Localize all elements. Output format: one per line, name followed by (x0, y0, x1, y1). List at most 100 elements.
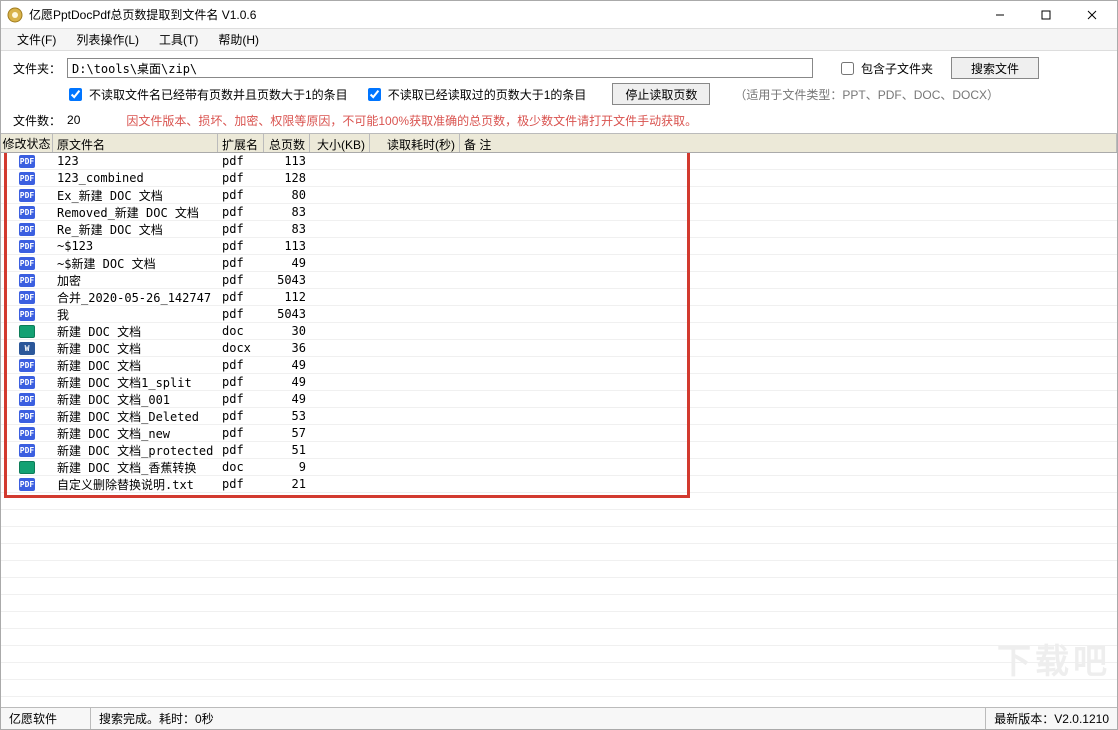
cell-pages: 49 (264, 256, 310, 270)
table-row[interactable]: 新建 DOC 文档_香蕉转换doc9 (1, 459, 1117, 476)
pdf-icon: PDF (19, 240, 35, 253)
table-row[interactable]: PDF123_combinedpdf128 (1, 170, 1117, 187)
col-time[interactable]: 读取耗时(秒) (370, 134, 460, 152)
cell-pages: 49 (264, 358, 310, 372)
col-name[interactable]: 原文件名 (53, 134, 218, 152)
minimize-button[interactable] (977, 1, 1023, 29)
cell-ext: pdf (218, 375, 264, 389)
skip-already-paged-checkbox[interactable]: 不读取文件名已经带有页数并且页数大于1的条目 (65, 85, 348, 104)
cell-ext: pdf (218, 256, 264, 270)
col-size[interactable]: 大小(KB) (310, 134, 370, 152)
pdf-icon: PDF (19, 155, 35, 168)
include-subfolders-box[interactable] (841, 62, 854, 75)
cell-name: 加密 (53, 272, 218, 289)
table-row-empty (1, 646, 1117, 663)
cell-pages: 36 (264, 341, 310, 355)
skip-already-read-box[interactable] (368, 88, 381, 101)
table-row-empty (1, 612, 1117, 629)
table-row-empty (1, 595, 1117, 612)
table-row[interactable]: PDFRemoved_新建 DOC 文档pdf83 (1, 204, 1117, 221)
pdf-icon: PDF (19, 172, 35, 185)
table-row[interactable]: W新建 DOC 文档docx36 (1, 340, 1117, 357)
cell-pages: 51 (264, 443, 310, 457)
table-row-empty (1, 578, 1117, 595)
table-header: 修改状态 原文件名 扩展名 总页数 大小(KB) 读取耗时(秒) 备 注 (1, 133, 1117, 153)
table-row[interactable]: PDF加密pdf5043 (1, 272, 1117, 289)
col-ext[interactable]: 扩展名 (218, 134, 264, 152)
cell-name: 新建 DOC 文档 (53, 357, 218, 374)
maximize-button[interactable] (1023, 1, 1069, 29)
table-row[interactable]: PDF新建 DOC 文档_Deletedpdf53 (1, 408, 1117, 425)
cell-name: Ex_新建 DOC 文档 (53, 187, 218, 204)
table-row[interactable]: PDF自定义删除替换说明.txtpdf21 (1, 476, 1117, 493)
folder-label: 文件夹： (13, 60, 61, 77)
cell-ext: pdf (218, 392, 264, 406)
table-row[interactable]: PDFRe_新建 DOC 文档pdf83 (1, 221, 1117, 238)
table-row[interactable]: PDFEx_新建 DOC 文档pdf80 (1, 187, 1117, 204)
table-row[interactable]: PDF新建 DOC 文档_001pdf49 (1, 391, 1117, 408)
cell-ext: doc (218, 324, 264, 338)
table-row[interactable]: 新建 DOC 文档doc30 (1, 323, 1117, 340)
table-row[interactable]: PDF新建 DOC 文档_newpdf57 (1, 425, 1117, 442)
table-row[interactable]: PDF我pdf5043 (1, 306, 1117, 323)
table-row[interactable]: PDF123pdf113 (1, 153, 1117, 170)
table-row[interactable]: PDF新建 DOC 文档_protectedpdf51 (1, 442, 1117, 459)
doc-icon (19, 325, 35, 338)
cell-name: 合并_2020-05-26_142747 (53, 289, 218, 306)
cell-name: 新建 DOC 文档_Deleted (53, 408, 218, 425)
col-status[interactable]: 修改状态 (1, 134, 53, 152)
menu-tools[interactable]: 工具(T) (151, 29, 206, 50)
cell-pages: 49 (264, 375, 310, 389)
status-company: 亿愿软件 (1, 708, 91, 729)
include-subfolders-checkbox[interactable]: 包含子文件夹 (837, 59, 933, 78)
col-pages[interactable]: 总页数 (264, 134, 310, 152)
pdf-icon: PDF (19, 206, 35, 219)
stop-button[interactable]: 停止读取页数 (612, 83, 710, 105)
doc-icon (19, 461, 35, 474)
app-window: 亿愿PptDocPdf总页数提取到文件名 V1.0.6 文件(F) 列表操作(L… (0, 0, 1118, 730)
status-search: 搜索完成。耗时：0秒 (91, 708, 986, 729)
menu-help[interactable]: 帮助(H) (210, 29, 267, 50)
skip-already-paged-label: 不读取文件名已经带有页数并且页数大于1的条目 (89, 86, 348, 103)
folder-input[interactable] (67, 58, 813, 78)
cell-ext: pdf (218, 426, 264, 440)
status-version: 最新版本：V2.0.1210 (986, 708, 1117, 729)
cell-pages: 83 (264, 205, 310, 219)
search-button[interactable]: 搜索文件 (951, 57, 1039, 79)
table-body[interactable]: PDF123pdf113PDF123_combinedpdf128PDFEx_新… (1, 153, 1117, 707)
table-row[interactable]: PDF合并_2020-05-26_142747pdf112 (1, 289, 1117, 306)
table-row[interactable]: PDF新建 DOC 文档1_splitpdf49 (1, 374, 1117, 391)
cell-name: 123_combined (53, 171, 218, 185)
menu-file[interactable]: 文件(F) (9, 29, 64, 50)
cell-ext: pdf (218, 358, 264, 372)
col-note[interactable]: 备 注 (460, 134, 1117, 152)
skip-already-read-checkbox[interactable]: 不读取已经读取过的页数大于1的条目 (364, 85, 587, 104)
toolbar: 文件夹： 包含子文件夹 搜索文件 不读取文件名已经带有页数并且页数大于1的条目 … (1, 51, 1117, 133)
table-row-empty (1, 680, 1117, 697)
table-row[interactable]: PDF ~$新建 DOC 文档pdf49 (1, 255, 1117, 272)
cell-name: 我 (53, 306, 218, 323)
pdf-icon: PDF (19, 444, 35, 457)
pdf-icon: PDF (19, 410, 35, 423)
cell-name: 新建 DOC 文档_香蕉转换 (53, 459, 218, 476)
pdf-icon: PDF (19, 257, 35, 270)
cell-pages: 21 (264, 477, 310, 491)
skip-already-paged-box[interactable] (69, 88, 82, 101)
cell-name: ~$新建 DOC 文档 (53, 255, 218, 272)
menu-list[interactable]: 列表操作(L) (68, 29, 147, 50)
table-row-empty (1, 493, 1117, 510)
table-row[interactable]: PDF新建 DOC 文档pdf49 (1, 357, 1117, 374)
app-icon (7, 7, 23, 23)
pdf-icon: PDF (19, 308, 35, 321)
close-button[interactable] (1069, 1, 1115, 29)
table-row-empty (1, 544, 1117, 561)
cell-ext: pdf (218, 477, 264, 491)
pdf-icon: PDF (19, 223, 35, 236)
table-row-empty (1, 510, 1117, 527)
cell-name: ~$123 (53, 239, 218, 253)
cell-name: Removed_新建 DOC 文档 (53, 204, 218, 221)
pdf-icon: PDF (19, 291, 35, 304)
cell-ext: pdf (218, 409, 264, 423)
table-row[interactable]: PDF~$123pdf113 (1, 238, 1117, 255)
cell-name: 新建 DOC 文档_001 (53, 391, 218, 408)
